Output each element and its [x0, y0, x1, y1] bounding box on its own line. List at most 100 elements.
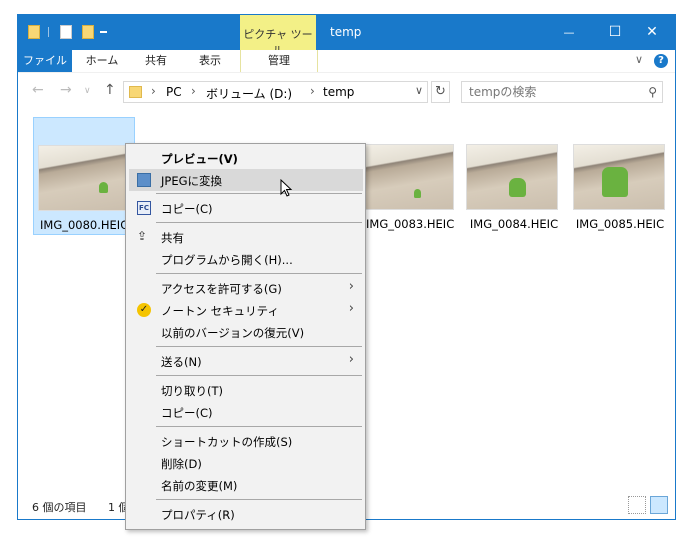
menu-item-label: 切り取り(T) [161, 384, 223, 398]
title-bar: ピクチャ ツール temp — ☐ ✕ [18, 15, 675, 57]
menu-separator [156, 273, 362, 274]
navigation-bar: ← → ∨ ↑ › PC › ボリューム (D:) › temp ∨ ↻ ⚲ [18, 77, 675, 107]
menu-item-label: 送る(N) [161, 355, 202, 369]
android-figure [602, 167, 628, 197]
window-title: temp [330, 25, 362, 39]
menu-item-label: コピー(C) [161, 202, 213, 216]
address-bar[interactable]: › PC › ボリューム (D:) › temp ∨ [123, 81, 428, 103]
breadcrumb-separator[interactable]: › [191, 84, 196, 98]
file-item[interactable]: IMG_0085.HEIC [569, 117, 671, 235]
file-item[interactable]: IMG_0083.HEIC [356, 117, 456, 235]
minimize-button[interactable]: — [546, 15, 592, 50]
ribbon-tabs: ファイル ホーム 共有 表示 管理 ∨ ? [18, 50, 675, 73]
mouse-cursor-icon [280, 179, 293, 197]
submenu-arrow-icon: › [348, 352, 354, 367]
file-item[interactable]: IMG_0080.HEIC [33, 117, 135, 235]
menu-item-properties[interactable]: プロパティ(R) [129, 503, 363, 525]
menu-item-rename[interactable]: 名前の変更(M) [129, 474, 363, 496]
refresh-button[interactable]: ↻ [431, 81, 450, 103]
separator [100, 31, 107, 33]
file-name: IMG_0085.HEIC [575, 217, 665, 231]
properties-icon[interactable] [60, 25, 72, 39]
file-item[interactable]: IMG_0084.HEIC [463, 117, 565, 235]
menu-item-convert-jpeg[interactable]: JPEGに変換 [129, 169, 363, 191]
search-box[interactable]: ⚲ [461, 81, 663, 103]
menu-item-preview[interactable]: プレビュー(V) [129, 147, 363, 169]
contextual-tab-header: ピクチャ ツール [240, 15, 316, 57]
folder-icon[interactable] [28, 25, 40, 39]
search-icon[interactable]: ⚲ [648, 85, 657, 99]
menu-item-label: コピー(C) [161, 406, 213, 420]
menu-separator [156, 193, 362, 194]
breadcrumb-pc[interactable]: PC [166, 85, 182, 99]
menu-item-label: 削除(D) [161, 457, 202, 471]
android-figure [414, 189, 421, 198]
menu-item-label: 名前の変更(M) [161, 479, 238, 493]
android-figure [99, 182, 108, 193]
item-count: 6 個の項目 [32, 501, 87, 514]
menu-item-label: ショートカットの作成(S) [161, 435, 293, 449]
up-icon[interactable]: ↑ [104, 82, 116, 98]
menu-item-delete[interactable]: 削除(D) [129, 452, 363, 474]
convert-app-icon [137, 173, 151, 187]
close-button[interactable]: ✕ [629, 15, 675, 50]
image-thumbnail [358, 144, 454, 210]
menu-item-send-to[interactable]: 送る(N) › [129, 350, 363, 372]
submenu-arrow-icon: › [348, 301, 354, 316]
menu-item-label: JPEGに変換 [161, 174, 223, 188]
fastcopy-icon: FC [137, 201, 151, 215]
menu-item-label: プロパティ(R) [161, 508, 235, 522]
tab-file[interactable]: ファイル [18, 50, 72, 72]
menu-item-copy[interactable]: コピー(C) [129, 401, 363, 423]
menu-item-restore-versions[interactable]: 以前のバージョンの復元(V) [129, 321, 363, 343]
menu-item-cut[interactable]: 切り取り(T) [129, 379, 363, 401]
new-folder-icon[interactable] [82, 25, 94, 39]
menu-item-create-shortcut[interactable]: ショートカットの作成(S) [129, 430, 363, 452]
image-thumbnail [466, 144, 558, 210]
back-icon[interactable]: ← [32, 82, 44, 98]
menu-separator [156, 222, 362, 223]
menu-separator [156, 499, 362, 500]
menu-item-label: 以前のバージョンの復元(V) [161, 326, 305, 340]
search-input[interactable] [469, 84, 629, 100]
help-icon[interactable]: ? [654, 54, 668, 68]
menu-item-give-access[interactable]: アクセスを許可する(G) › [129, 277, 363, 299]
details-view-icon[interactable] [628, 496, 646, 514]
breadcrumb-separator[interactable]: › [151, 84, 156, 98]
breadcrumb-volume[interactable]: ボリューム (D:) [206, 85, 292, 102]
menu-item-share[interactable]: ⇪ 共有 [129, 226, 363, 248]
folder-icon [129, 86, 142, 98]
menu-item-open-with[interactable]: プログラムから開く(H)... [129, 248, 363, 270]
menu-item-label: プログラムから開く(H)... [161, 253, 293, 267]
tab-share[interactable]: 共有 [136, 50, 176, 72]
breadcrumb-temp[interactable]: temp [323, 85, 354, 99]
ribbon-expand-icon[interactable]: ∨ [635, 53, 643, 66]
submenu-arrow-icon: › [348, 279, 354, 294]
tab-home[interactable]: ホーム [80, 50, 124, 72]
menu-separator [156, 426, 362, 427]
tab-view[interactable]: 表示 [190, 50, 230, 72]
file-name: IMG_0083.HEIC [366, 217, 455, 231]
menu-separator [156, 346, 362, 347]
address-history-icon[interactable]: ∨ [415, 84, 423, 97]
large-icons-view-icon[interactable] [650, 496, 668, 514]
menu-item-label: プレビュー(V) [161, 152, 238, 166]
menu-item-fastcopy[interactable]: FC コピー(C) [129, 197, 363, 219]
menu-item-norton[interactable]: ✓ ノートン セキュリティ › [129, 299, 363, 321]
share-icon: ⇪ [137, 229, 148, 243]
breadcrumb-separator[interactable]: › [310, 84, 315, 98]
menu-separator [156, 375, 362, 376]
forward-icon[interactable]: → [60, 82, 72, 98]
norton-check-icon: ✓ [137, 303, 151, 317]
recent-locations-icon[interactable]: ∨ [84, 86, 91, 96]
android-figure [509, 178, 526, 197]
image-thumbnail [38, 145, 128, 211]
context-menu: プレビュー(V) JPEGに変換 FC コピー(C) ⇪ 共有 プログラムから開… [125, 143, 366, 530]
menu-item-label: アクセスを許可する(G) [161, 282, 282, 296]
separator [48, 27, 49, 37]
tab-manage[interactable]: 管理 [240, 50, 318, 72]
file-name: IMG_0084.HEIC [469, 217, 559, 231]
menu-item-label: ノートン セキュリティ [161, 304, 279, 318]
menu-item-label: 共有 [161, 231, 184, 245]
image-thumbnail [573, 144, 665, 210]
